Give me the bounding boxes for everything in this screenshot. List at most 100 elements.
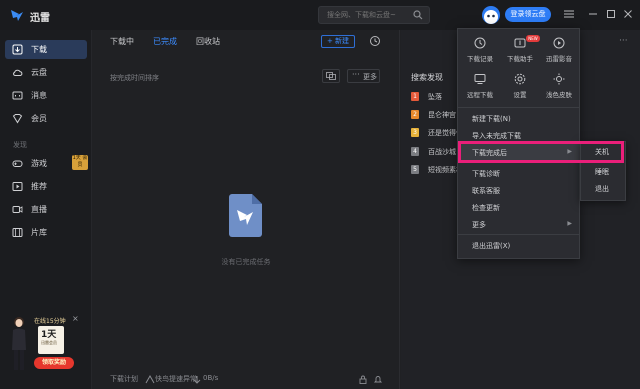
speed-boost-status[interactable]: 快鸟提速异常 (155, 374, 197, 384)
avatar[interactable] (482, 6, 500, 24)
menu-grid-label: 迅雷影音 (546, 55, 572, 63)
menu-settings[interactable]: 设置 (500, 71, 540, 101)
notification-icon[interactable] (373, 375, 383, 384)
view-toggle-button[interactable] (322, 69, 340, 83)
menu-grid-label: 远程下载 (467, 91, 493, 99)
search-input[interactable] (327, 9, 407, 21)
sidebar-item-cloud[interactable]: 云盘 (5, 63, 87, 82)
download-history-icon (474, 37, 486, 49)
menu-light-theme[interactable]: 浅色皮肤 (539, 71, 579, 101)
trend-rank: 4 (411, 147, 419, 156)
sidebar-item-message[interactable]: 消息 (5, 86, 87, 105)
menu-item-check-update[interactable]: 检查更新 (458, 199, 579, 216)
game-icon (12, 160, 23, 167)
discovery-title: 搜索发现 (411, 73, 443, 82)
menu-icon[interactable] (563, 8, 575, 20)
search-icon[interactable] (413, 10, 423, 20)
menu-item-new-download[interactable]: 新建下载(N) (458, 110, 579, 127)
submenu-item-exit[interactable]: 退出 (581, 180, 625, 197)
history-icon[interactable] (369, 35, 381, 47)
menu-download-history[interactable]: 下载记录 (460, 35, 500, 65)
menu-grid-label: 浅色皮肤 (546, 91, 572, 99)
maximize-icon[interactable] (605, 8, 617, 20)
submenu-arrow-icon: ▶ (567, 220, 572, 227)
sidebar-item-vip[interactable]: 会员 (5, 109, 87, 128)
claim-reward-button[interactable]: 领取奖励 (34, 357, 74, 369)
menu-divider (458, 107, 579, 108)
menu-grid-label: 下载记录 (467, 55, 493, 63)
menu-item-label: 更多 (472, 221, 486, 229)
menu-item-label: 新建下载(N) (472, 115, 511, 123)
tab-bar: 下载中 已完成 回收站 + 新建 (92, 30, 400, 52)
message-icon (12, 91, 23, 100)
sidebar-item-live[interactable]: 直播 (5, 200, 87, 219)
sidebar-item-game[interactable]: 游戏 1天 会员 (5, 154, 88, 173)
submenu-item-sleep[interactable]: 睡眠 (581, 163, 625, 180)
avatar-face-icon (484, 10, 498, 24)
player-icon (553, 37, 565, 49)
tab-downloading[interactable]: 下载中 (110, 36, 134, 47)
sidebar-item-recommend[interactable]: 推荐 (5, 177, 87, 196)
promo-card-label: 迅雷会员 (41, 340, 57, 345)
trend-rank: 3 (411, 128, 419, 137)
download-assistant-icon (514, 38, 526, 48)
tab-recycle-bin[interactable]: 回收站 (196, 36, 220, 47)
promo-title: 在线15分钟 (34, 318, 66, 325)
lock-icon[interactable] (358, 375, 368, 384)
menu-item-diagnose[interactable]: 下载诊断 (458, 165, 579, 182)
more-button[interactable]: ··· 更多 (347, 69, 380, 83)
recommend-icon (12, 182, 23, 191)
close-icon[interactable] (622, 8, 634, 20)
panel-more-icon[interactable]: ··· (619, 36, 635, 48)
live-icon (12, 206, 23, 213)
sidebar-item-label: 游戏 (31, 159, 47, 168)
promo-card: 1天 迅雷会员 (38, 326, 64, 354)
settings-icon (514, 73, 526, 85)
promo-card-days: 1天 (41, 330, 57, 340)
promo-character-image (12, 317, 26, 370)
menu-item-label: 检查更新 (472, 204, 500, 212)
menu-item-label: 联系客服 (472, 187, 500, 195)
trend-rank: 2 (411, 110, 419, 119)
app-logo: 迅雷 (10, 7, 50, 24)
tab-completed[interactable]: 已完成 (153, 36, 177, 47)
submenu-item-label: 睡眠 (595, 168, 609, 176)
trend-rank: 1 (411, 92, 419, 101)
menu-item-contact-support[interactable]: 联系客服 (458, 182, 579, 199)
sort-order-label[interactable]: 按完成时间排序 (110, 73, 159, 83)
close-ad-icon[interactable]: × (72, 314, 79, 323)
search-box[interactable] (318, 6, 430, 24)
sidebar-item-label: 会员 (31, 114, 47, 123)
menu-divider (458, 234, 579, 235)
menu-item-label: 退出迅雷(X) (472, 242, 511, 250)
empty-file-icon (229, 194, 262, 237)
menu-download-assistant[interactable]: NEW 下载助手 (500, 35, 540, 65)
menu-item-exit[interactable]: 退出迅雷(X) (458, 237, 579, 254)
vip-icon (12, 114, 23, 124)
app-name: 迅雷 (30, 13, 50, 24)
more-dots-icon: ··· (352, 70, 360, 79)
trend-label: 百战沙城 (428, 148, 456, 156)
sidebar-item-film-library[interactable]: 片库 (5, 223, 87, 242)
speed-icon (193, 376, 201, 384)
thunder-bird-icon (11, 10, 23, 21)
highlight-box (458, 141, 624, 163)
vip-login-button[interactable]: 登录领云盘 (505, 7, 551, 22)
promo-ad[interactable]: 在线15分钟 1天 迅雷会员 领取奖励 × (8, 314, 80, 372)
view-toggle-icon (326, 72, 336, 80)
empty-state-text: 没有已完成任务 (221, 258, 271, 266)
download-speed: 0B/s (203, 374, 219, 382)
new-task-button[interactable]: + 新建 (321, 35, 355, 48)
menu-grid-label: 设置 (513, 91, 527, 99)
sidebar-item-download[interactable]: 下载 (5, 40, 87, 59)
menu-player[interactable]: 迅雷影音 (539, 35, 579, 65)
status-bar: 下载计划 快鸟提速异常 0B/s (92, 371, 400, 389)
trend-label: 坠落 (428, 93, 442, 101)
light-theme-icon (553, 73, 565, 85)
menu-item-more[interactable]: 更多 ▶ (458, 216, 579, 233)
download-plan-link[interactable]: 下载计划 (110, 374, 138, 384)
menu-grid-label: 下载助手 (507, 55, 533, 63)
vip-badge: 1天 会员 (72, 155, 88, 170)
minimize-icon[interactable] (587, 8, 599, 20)
menu-remote-download[interactable]: 远程下载 (460, 71, 500, 101)
